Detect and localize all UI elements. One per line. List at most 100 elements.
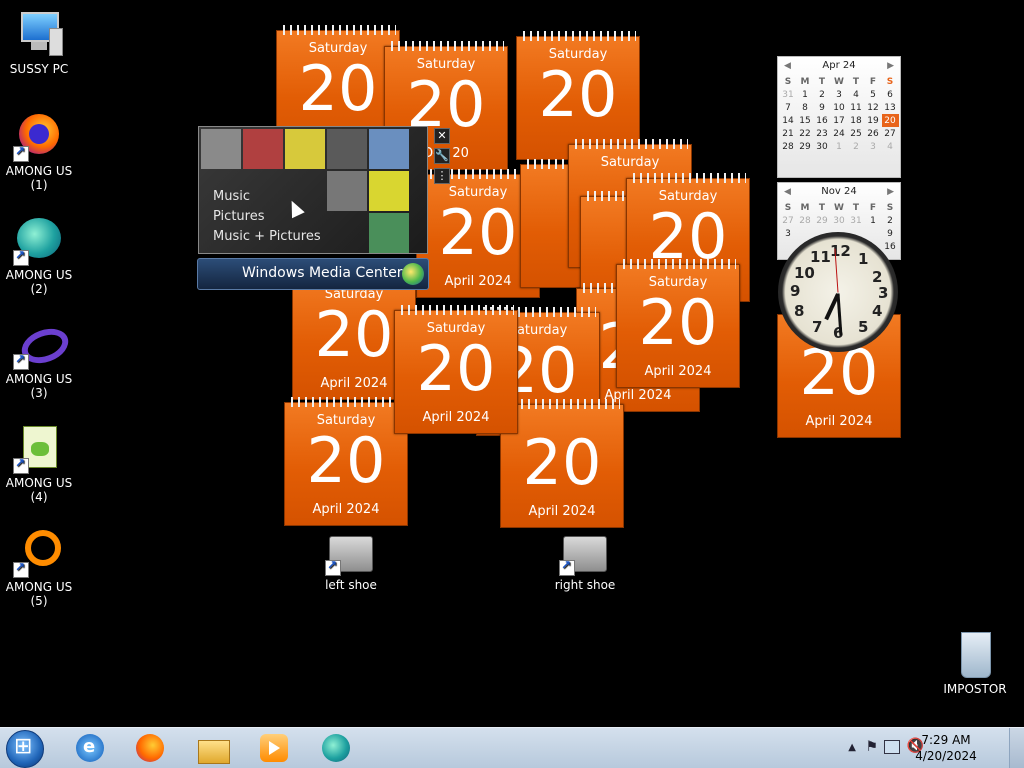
taskbar-date: 4/20/2024 <box>915 749 977 763</box>
recycle-bin-icon <box>951 630 999 678</box>
desktop-icon-among-us-4[interactable]: AMONG US (4) <box>0 424 78 504</box>
desktop-icon-label: AMONG US (5) <box>5 580 73 608</box>
desktop-icon-among-us-2[interactable]: AMONG US (2) <box>0 216 78 296</box>
windows-orb-icon <box>402 263 424 285</box>
desktop-icon-left-shoe[interactable]: left shoe <box>312 536 390 592</box>
desktop-icon-right-shoe[interactable]: right shoe <box>546 536 624 592</box>
file-explorer-icon[interactable] <box>196 732 230 764</box>
calendar-month-year: April 2024 <box>528 504 596 519</box>
desktop-icon-label: left shoe <box>325 578 377 592</box>
clock-numeral: 4 <box>872 302 883 320</box>
shortcut-arrow-icon <box>13 560 29 578</box>
clock-numeral: 3 <box>878 284 889 302</box>
today-cell: 20 <box>881 114 899 127</box>
firefox-icon <box>13 112 63 162</box>
calendar-day: 20 <box>298 52 378 125</box>
calendar-day: 20 <box>522 426 602 499</box>
ring-app-icon <box>13 528 63 578</box>
internet-explorer-icon[interactable]: e <box>74 732 106 764</box>
calendar-gadget[interactable]: Saturday20April 2024 <box>284 397 408 526</box>
media-player-icon[interactable] <box>258 732 290 764</box>
show-hidden-icons-icon[interactable]: ▲ <box>848 742 856 753</box>
clock-gadget[interactable]: 12 1 2 3 4 5 6 7 8 9 10 11 <box>778 232 898 352</box>
drag-handle-icon[interactable]: ⋮ <box>434 168 450 184</box>
clock-numeral: 5 <box>858 318 869 336</box>
computer-icon <box>15 10 63 58</box>
menu-item-pictures[interactable]: Pictures <box>213 207 321 227</box>
next-month-icon[interactable]: ▶ <box>887 57 894 75</box>
edge-icon <box>13 216 63 266</box>
month-calendar-gadget[interactable]: ◀ Apr 24 ▶ SMTWTFS 31 1 2 3 4 5 6 7 8 9 10 11 12 13 … <box>777 56 901 178</box>
desktop-icon-label: AMONG US (1) <box>5 164 73 192</box>
calendar-day: 20 <box>538 58 618 131</box>
taskbar-time: 7:29 AM <box>921 733 971 747</box>
network-icon[interactable] <box>884 740 900 754</box>
desktop-icon-label: right shoe <box>554 578 616 592</box>
menu-item-music[interactable]: Music <box>213 187 321 207</box>
media-tile <box>243 129 283 169</box>
notepad-icon <box>13 424 63 474</box>
calendar-month-year: April 2024 <box>644 364 712 379</box>
media-center-gadget[interactable]: Music Pictures Music + Pictures <box>198 126 428 254</box>
calendar-day: 20 <box>416 332 496 405</box>
show-desktop-button[interactable] <box>1009 728 1024 768</box>
shortcut-arrow-icon <box>13 456 29 474</box>
close-icon[interactable]: ✕ <box>434 128 450 144</box>
prev-month-icon[interactable]: ◀ <box>784 183 791 201</box>
shortcut-arrow-icon <box>13 248 29 266</box>
desktop-icon-label: IMPOSTOR <box>943 682 1007 696</box>
month-calendar-title: Apr 24 <box>822 60 856 71</box>
clock-numeral: 11 <box>810 248 831 266</box>
month-calendar-grid: SMTWTFS 31 1 2 3 4 5 6 7 8 9 10 11 12 13 14 15 16 17 18 1… <box>780 75 899 153</box>
calendar-month-year: April 2024 <box>805 414 873 429</box>
desktop-icon-label: AMONG US (2) <box>5 268 73 296</box>
media-tile <box>369 171 409 211</box>
shortcut-arrow-icon <box>325 558 341 576</box>
calendar-gadget[interactable]: Saturday20April 2024 <box>616 259 740 388</box>
visual-studio-icon <box>13 320 74 370</box>
shortcut-arrow-icon <box>13 352 29 370</box>
calendar-month-year: April 2024 <box>422 410 490 425</box>
firefox-icon[interactable] <box>134 732 166 764</box>
media-tile <box>327 171 367 211</box>
removable-drive-icon <box>559 536 609 576</box>
clock-numeral: 7 <box>812 318 823 336</box>
edge-icon[interactable] <box>320 732 352 764</box>
prev-month-icon[interactable]: ◀ <box>784 57 791 75</box>
removable-drive-icon <box>325 536 375 576</box>
media-tile <box>201 129 241 169</box>
desktop-icon-label: SUSSY PC <box>9 62 69 76</box>
media-center-title: Windows Media Center <box>242 265 403 281</box>
taskbar-clock[interactable]: 7:29 AM 4/20/2024 <box>910 732 982 764</box>
clock-numeral: 10 <box>794 264 815 282</box>
media-tile <box>327 129 367 169</box>
start-button[interactable] <box>6 730 44 768</box>
calendar-month-year: April 2024 <box>312 502 380 517</box>
clock-numeral: 1 <box>858 250 869 268</box>
clock-numeral: 8 <box>794 302 805 320</box>
desktop-icon-label: AMONG US (4) <box>5 476 73 504</box>
next-month-icon[interactable]: ▶ <box>887 183 894 201</box>
calendar-day: 20 <box>638 286 718 359</box>
action-center-flag-icon[interactable]: ⚑ <box>865 739 878 755</box>
options-wrench-icon[interactable]: 🔧 <box>434 148 450 164</box>
desktop-icon-recycle-bin[interactable]: IMPOSTOR <box>936 630 1014 696</box>
menu-item-music-pictures[interactable]: Music + Pictures <box>213 227 321 247</box>
shortcut-arrow-icon <box>559 558 575 576</box>
desktop-icon-among-us-1[interactable]: AMONG US (1) <box>0 112 78 192</box>
taskbar: e ▲ ⚑ 🔇 7:29 AM 4/20/2024 <box>0 727 1024 768</box>
calendar-gadget[interactable]: Saturday20April 2024 <box>394 305 518 434</box>
desktop-icon-sussy-pc[interactable]: SUSSY PC <box>0 10 78 76</box>
shortcut-arrow-icon <box>13 144 29 162</box>
month-calendar-header: ◀ Apr 24 ▶ <box>778 57 900 75</box>
calendar-gadget[interactable]: 20 April 2024 <box>500 399 624 528</box>
calendar-dow: Saturday <box>600 155 660 170</box>
desktop-icon-among-us-5[interactable]: AMONG US (5) <box>0 528 78 608</box>
media-center-title-bar[interactable]: Windows Media Center <box>197 258 429 290</box>
media-center-menu: Music Pictures Music + Pictures <box>213 187 321 247</box>
media-tile <box>369 213 409 253</box>
media-tile <box>369 129 409 169</box>
media-tile <box>285 129 325 169</box>
desktop-icon-among-us-3[interactable]: AMONG US (3) <box>0 320 78 400</box>
month-calendar-title: Nov 24 <box>821 186 857 197</box>
